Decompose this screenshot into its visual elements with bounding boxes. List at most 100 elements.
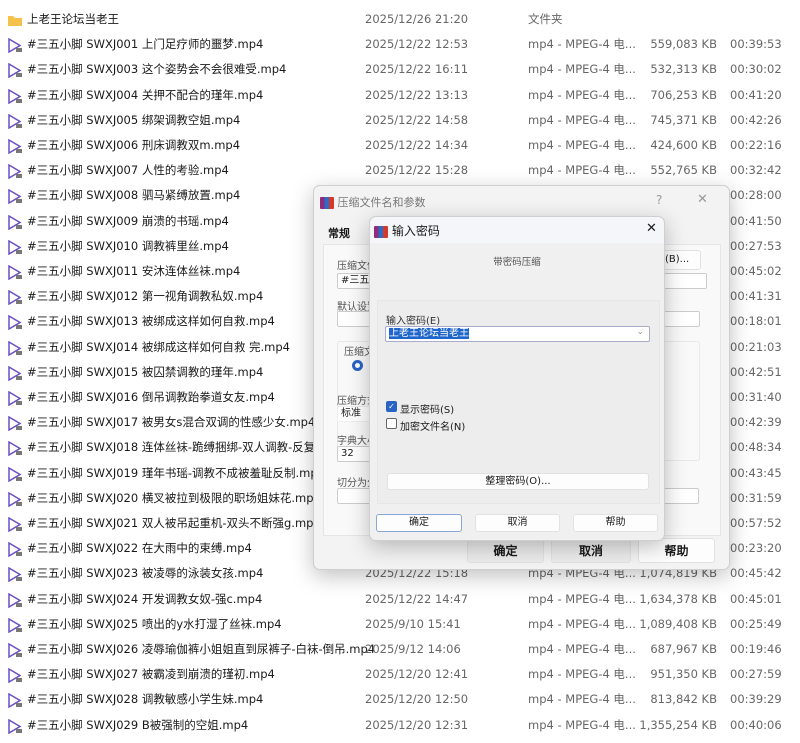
file-row[interactable]: #三五小脚 SWXJ007 人性的考验.mp4 2025/12/22 15:28 m… <box>0 158 800 183</box>
file-duration: 00:27:53 <box>730 238 782 253</box>
file-row[interactable]: #三五小脚 SWXJ028 调教敏感小学生妹.mp4 2025/12/20 12:… <box>0 687 800 712</box>
file-name: #三五小脚 SWXJ021 双人被吊起重机-双头不断强g.mp4 <box>27 516 321 530</box>
video-file-icon <box>7 440 23 457</box>
video-file-icon <box>7 592 23 608</box>
file-type: mp4 - MPEG-4 电... <box>528 138 636 152</box>
video-file-icon <box>7 491 23 508</box>
file-row[interactable]: #三五小脚 SWXJ025 喷出的y水打湿了丝袜.mp4 2025/9/10 15… <box>0 612 800 637</box>
file-duration: 00:57:52 <box>730 516 782 530</box>
ok-button[interactable]: 确定 <box>376 514 462 532</box>
video-file-icon <box>7 88 23 104</box>
file-name: #三五小脚 SWXJ003 这个姿势会不会很难受.mp4 <box>27 62 287 77</box>
file-type: mp4 - MPEG-4 电... <box>528 642 636 656</box>
file-row[interactable]: #三五小脚 SWXJ005 绑架调教空姐.mp4 2025/12/22 14:58… <box>0 108 800 133</box>
file-name: #三五小脚 SWXJ015 被囚禁调教的瑾年.mp4 <box>27 364 264 379</box>
help-button[interactable]: 帮助 <box>638 538 715 563</box>
file-row[interactable]: #三五小脚 SWXJ026 凌辱瑜伽裤小姐姐直到尿裤子-白袜-倒吊.mp4 202… <box>0 637 800 662</box>
close-icon[interactable]: ✕ <box>646 221 657 236</box>
encrypt-names-label[interactable]: 加密文件名(N) <box>400 418 465 433</box>
file-duration: 00:48:34 <box>730 440 782 455</box>
file-size: 951,350 KB <box>650 667 717 682</box>
file-row[interactable]: #三五小脚 SWXJ004 关押不配合的瑾年.mp4 2025/12/22 13:… <box>0 83 800 108</box>
file-type: mp4 - MPEG-4 电... <box>528 163 636 178</box>
file-name: #三五小脚 SWXJ007 人性的考验.mp4 <box>27 163 229 178</box>
file-type: mp4 - MPEG-4 电... <box>528 692 636 707</box>
file-duration: 00:42:51 <box>730 364 782 379</box>
file-name: #三五小脚 SWXJ016 倒吊调教跆拳道女友.mp4 <box>27 390 275 404</box>
tab-general[interactable]: 常规 <box>328 225 350 241</box>
encrypt-names-checkbox[interactable] <box>386 418 397 429</box>
file-date: 2025/12/22 14:58 <box>365 112 469 127</box>
file-type: mp4 - MPEG-4 电... <box>528 667 636 682</box>
file-name: #三五小脚 SWXJ001 上门足疗师的噩梦.mp4 <box>27 37 264 52</box>
file-type: mp4 - MPEG-4 电... <box>528 112 636 127</box>
password-input[interactable]: 上老王论坛当老王 ⌄ <box>385 326 650 342</box>
ok-button[interactable]: 确定 <box>467 538 544 563</box>
radio-rar[interactable] <box>352 360 363 371</box>
file-row[interactable]: #三五小脚 SWXJ006 刑床调教双m.mp4 2025/12/22 14:34… <box>0 133 800 158</box>
video-file-icon <box>7 415 23 432</box>
video-file-icon <box>7 62 23 79</box>
folder-row[interactable]: 上老王论坛当老王 2025/12/26 21:20 文件夹 <box>0 7 800 32</box>
file-duration: 00:45:02 <box>730 264 782 278</box>
video-file-icon <box>7 667 23 684</box>
file-duration: 00:23:20 <box>730 541 782 556</box>
video-file-icon <box>7 188 23 205</box>
video-file-icon <box>7 390 23 407</box>
file-name: #三五小脚 SWXJ006 刑床调教双m.mp4 <box>27 138 241 152</box>
show-password-label[interactable]: 显示密码(S) <box>400 401 454 416</box>
chevron-down-icon[interactable]: ⌄ <box>636 327 644 337</box>
help-button[interactable]: 帮助 <box>573 514 658 532</box>
file-size: 552,765 KB <box>650 163 717 178</box>
file-duration: 00:31:40 <box>730 390 782 404</box>
close-icon[interactable]: ✕ <box>697 192 708 207</box>
file-row[interactable]: #三五小脚 SWXJ001 上门足疗师的噩梦.mp4 2025/12/22 12:… <box>0 32 800 57</box>
file-row[interactable]: #三五小脚 SWXJ029 B被强制的空姐.mp4 2025/12/20 12:3… <box>0 713 800 738</box>
video-file-icon <box>7 214 23 230</box>
video-file-icon <box>7 340 23 356</box>
help-icon[interactable]: ? <box>656 193 662 207</box>
file-name: #三五小脚 SWXJ008 驷马紧缚放置.mp4 <box>27 188 241 203</box>
cancel-button[interactable]: 取消 <box>475 514 560 532</box>
file-duration: 00:28:00 <box>730 188 782 203</box>
file-size: 1,089,408 KB <box>639 616 717 631</box>
video-file-icon <box>7 516 23 533</box>
file-type: mp4 - MPEG-4 电... <box>528 616 636 631</box>
file-name: #三五小脚 SWXJ020 横叉被拉到极限的职场姐妹花.mp4 <box>27 490 321 505</box>
file-name: 上老王论坛当老王 <box>27 12 119 26</box>
file-duration: 00:39:53 <box>730 37 782 52</box>
organize-passwords-button[interactable]: 整理密码(O)... <box>387 473 649 490</box>
file-date: 2025/12/22 12:53 <box>365 37 469 52</box>
file-type: mp4 - MPEG-4 电... <box>528 87 636 102</box>
folder-icon <box>7 12 23 27</box>
file-row[interactable]: #三五小脚 SWXJ027 被霸凌到崩溃的瑾初.mp4 2025/12/20 12… <box>0 662 800 687</box>
file-name: #三五小脚 SWXJ026 凌辱瑜伽裤小姐姐直到尿裤子-白袜-倒吊.mp4 <box>27 642 376 656</box>
file-duration: 00:40:06 <box>730 717 782 732</box>
file-row[interactable]: #三五小脚 SWXJ024 开发调教女奴-强c.mp4 2025/12/22 14… <box>0 587 800 612</box>
video-file-icon <box>7 566 23 583</box>
file-name: #三五小脚 SWXJ024 开发调教女奴-强c.mp4 <box>27 591 263 606</box>
dialog-title: 压缩文件名和参数 <box>337 196 426 209</box>
file-name: #三五小脚 SWXJ004 关押不配合的瑾年.mp4 <box>27 87 264 102</box>
video-file-icon <box>7 113 23 130</box>
file-date: 2025/12/22 14:47 <box>365 591 469 606</box>
file-date: 2025/12/20 12:31 <box>365 717 469 732</box>
video-file-icon <box>7 365 23 382</box>
file-duration: 00:39:29 <box>730 692 782 707</box>
file-date: 2025/12/22 14:34 <box>365 138 469 152</box>
cancel-button[interactable]: 取消 <box>551 538 631 563</box>
file-size: 1,634,378 KB <box>639 591 717 606</box>
file-duration: 00:41:31 <box>730 289 782 304</box>
file-date: 2025/12/26 21:20 <box>365 12 469 26</box>
video-file-icon <box>7 541 23 558</box>
file-name: #三五小脚 SWXJ014 被绑成这样如何自救 完.mp4 <box>27 339 290 354</box>
file-row[interactable]: #三五小脚 SWXJ003 这个姿势会不会很难受.mp4 2025/12/22 1… <box>0 57 800 82</box>
file-name: #三五小脚 SWXJ027 被霸凌到崩溃的瑾初.mp4 <box>27 667 275 682</box>
file-name: #三五小脚 SWXJ011 安沐连体丝袜.mp4 <box>27 264 241 278</box>
show-password-checkbox[interactable]: ✓ <box>386 401 397 412</box>
browse-button[interactable]: (B)... <box>663 250 701 270</box>
file-date: 2025/12/22 16:11 <box>365 62 469 77</box>
file-duration: 00:43:45 <box>730 465 782 480</box>
file-size: 559,083 KB <box>650 37 717 52</box>
file-size: 532,313 KB <box>650 62 717 77</box>
